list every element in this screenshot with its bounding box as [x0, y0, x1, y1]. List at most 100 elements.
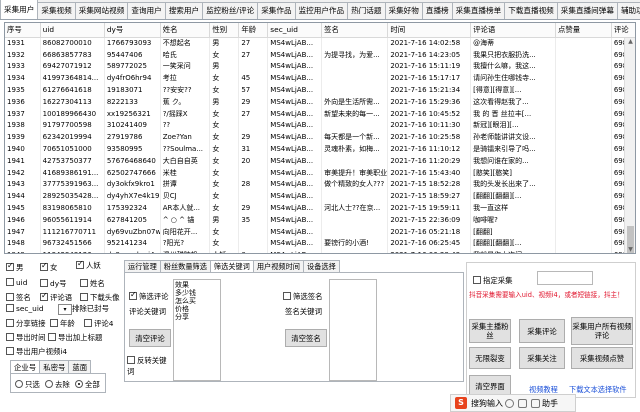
tab-14[interactable]: 辅助功能: [616, 2, 640, 19]
field-comment-text[interactable]: 评论语: [40, 291, 72, 303]
table-row[interactable]: 1946 96055611914 627841205 ^ ○ ^ 锚男 35 MS4wLj…: [5, 213, 635, 226]
filter-male[interactable]: 男: [6, 261, 23, 273]
checkbox-icon[interactable]: [80, 279, 88, 287]
collect-comments-button[interactable]: 采集评论: [519, 319, 565, 343]
filter-comment-toggle[interactable]: 筛选评论: [129, 290, 169, 302]
checkbox-icon[interactable]: [6, 278, 14, 286]
tab-1[interactable]: 采集视频: [37, 2, 76, 19]
table-row[interactable]: 1937 100189966430 xx19256321 ?/摇踩X 女 27 MS4wLj…: [5, 107, 635, 120]
download-avatar[interactable]: 下载头像: [80, 292, 120, 303]
tab-10[interactable]: 直播榜: [421, 2, 453, 19]
column-header[interactable]: 性别: [209, 23, 240, 38]
tab-2[interactable]: 采集网站视频: [74, 2, 129, 19]
filter-female[interactable]: 女: [40, 261, 57, 273]
export-time[interactable]: 导出时间: [6, 332, 46, 343]
table-row[interactable]: 1933 69427071912 589772025 一笑采问男 MS4wLjAB...…: [5, 60, 635, 73]
filter-other[interactable]: 人妖: [76, 259, 101, 271]
infinite-fission-button[interactable]: 无限裂变: [469, 347, 511, 369]
table-row[interactable]: 1943 37775391963... dy3okfx9kro1 拼谭女 28 MS4wL…: [5, 178, 635, 191]
specified-collect-toggle[interactable]: 指定采集: [473, 275, 513, 286]
table-row[interactable]: 1941 42753750377 57676468640 大白自自英女 20 MS4wLj…: [5, 154, 635, 167]
checkbox-icon[interactable]: [40, 291, 48, 301]
table-row[interactable]: 1938 91797700598 310241409?? 女 MS4wLjAB... 20…: [5, 119, 635, 132]
tab-7[interactable]: 监控用户作品: [294, 2, 349, 19]
clear-comment-button[interactable]: 清空评论: [129, 329, 171, 347]
tab-blue[interactable]: 蓝面: [68, 360, 92, 374]
tab-5[interactable]: 监控粉丝/评论: [202, 2, 259, 19]
table-row[interactable]: 1944 28925035428... dy4yhX7e4k19 贝CJ 女 MS4wLj…: [5, 190, 635, 203]
checkbox-icon[interactable]: [127, 356, 135, 364]
checkbox-icon[interactable]: [129, 290, 137, 300]
filter-sign-toggle[interactable]: 筛选签名: [283, 291, 323, 302]
column-header[interactable]: uid: [40, 23, 105, 38]
checkbox-icon[interactable]: [48, 333, 56, 341]
table-row[interactable]: 194911342943126...dy8xagybmi4温州耕陀机人妖0MS4…: [5, 249, 635, 253]
table-row[interactable]: 1945 83198065810 175392324 AR本人就... 女 29 MS4wL…: [5, 202, 635, 214]
checkbox-icon[interactable]: [40, 261, 48, 271]
reverse-keyword-toggle[interactable]: 反转关键词: [127, 355, 167, 377]
table-row[interactable]: 1936 16227304113 8222133 蕉 ク。男 29 MS4wLjAB...…: [5, 95, 635, 108]
radio-icon[interactable]: [75, 380, 83, 388]
exclude-blocked[interactable]: ▾ 排除已封号: [58, 303, 109, 315]
checkbox-icon[interactable]: [6, 333, 14, 341]
config-tab-3[interactable]: 用户视频时间: [252, 260, 304, 272]
checkbox-icon[interactable]: [6, 347, 14, 355]
checkbox-icon[interactable]: [84, 319, 92, 327]
checkbox-icon[interactable]: [50, 319, 58, 327]
tab-3[interactable]: 查询用户: [127, 2, 166, 19]
column-header[interactable]: dy号: [104, 23, 161, 38]
field-comment-count[interactable]: 评论4: [84, 318, 113, 329]
toolbox-icon[interactable]: [531, 398, 540, 408]
table-row[interactable]: 1948 96732451566 952141234 ?阳光? 女 MS4wLjAB...…: [5, 237, 635, 250]
tab-private[interactable]: 私密号: [39, 360, 70, 374]
table-row[interactable]: 1932 66863857783 95447406 哈氏女 27 MS4wLjAB... 为…: [5, 48, 635, 61]
checkbox-icon[interactable]: [40, 279, 48, 287]
tab-6[interactable]: 采集作品: [257, 2, 296, 19]
radio-remove[interactable]: 去除: [45, 379, 70, 390]
checkbox-icon[interactable]: [6, 293, 14, 301]
radio-all[interactable]: 全部: [75, 379, 100, 390]
tab-13[interactable]: 采集直播间弹幕: [556, 2, 618, 19]
export-user-video[interactable]: 导出用户视频i4: [6, 346, 67, 357]
column-header[interactable]: 年龄: [238, 23, 269, 38]
collect-target-input[interactable]: [537, 271, 593, 285]
ime-toolbar[interactable]: S 搜狗输入 助手: [450, 394, 576, 412]
field-age[interactable]: 年龄: [50, 318, 75, 329]
emoji-icon[interactable]: [505, 398, 514, 408]
table-row[interactable]: 1935 61276641618 19183071 ??安安?? 女 57 MS4wLjAB…: [5, 84, 635, 96]
column-header[interactable]: sec_uid: [267, 23, 323, 38]
field-sec-uid[interactable]: sec_uid: [6, 304, 44, 313]
table-row[interactable]: 1940 70651051000 93580995 ??Soulma... 女 31 MS4…: [5, 143, 635, 155]
tab-8[interactable]: 热门话题: [347, 2, 386, 19]
tab-0[interactable]: 采集用户: [0, 0, 39, 19]
collect-following-button[interactable]: 采集关注: [519, 347, 565, 369]
checkbox-icon[interactable]: [76, 259, 84, 269]
column-header[interactable]: 评论语: [470, 23, 556, 38]
column-header[interactable]: 姓名: [160, 23, 211, 38]
checkbox-icon[interactable]: [80, 293, 88, 301]
checkbox-icon[interactable]: [473, 276, 481, 284]
tab-enterprise[interactable]: 企业号: [10, 360, 41, 374]
field-share-link[interactable]: 分享链接: [6, 318, 46, 329]
checkbox-icon[interactable]: [283, 292, 291, 300]
field-dy[interactable]: dy号: [40, 278, 66, 289]
tab-4[interactable]: 搜索用户: [164, 2, 204, 19]
scroll-up-icon[interactable]: ▲: [625, 38, 635, 45]
checkbox-icon[interactable]: [6, 304, 14, 312]
collect-all-video-comments-button[interactable]: 采集用户所有视频评论: [571, 317, 633, 345]
table-row[interactable]: 1931 86082700010 1766793093 不想起名男 27 MS4wLjAB…: [5, 37, 635, 49]
column-header[interactable]: 评论: [611, 23, 635, 38]
table-vertical-scrollbar[interactable]: ▲ ▼: [624, 38, 635, 253]
config-tab-1[interactable]: 粉丝数量筛选: [159, 260, 211, 272]
comment-keywords-input[interactable]: 效果 多少钱 怎么买 价格 分享: [173, 279, 221, 381]
clear-sign-button[interactable]: 清空签名: [285, 329, 327, 347]
download-text-tool-link[interactable]: 下载文本选择软件: [569, 385, 627, 395]
radio-only[interactable]: 只选: [15, 379, 40, 390]
table-row[interactable]: 1939 62342019994 27919786 Zoe?Yan 女 29 MS4wLjA…: [5, 131, 635, 144]
radio-icon[interactable]: [45, 380, 53, 388]
field-uid[interactable]: uid: [6, 278, 27, 287]
checkbox-icon[interactable]: [6, 261, 14, 271]
column-header[interactable]: 点赞量: [555, 23, 612, 38]
table-row[interactable]: 1934 41997364814... dy4frO6hr94 考拉女 45 MS4wLj…: [5, 72, 635, 85]
sign-keywords-input[interactable]: [329, 279, 377, 381]
